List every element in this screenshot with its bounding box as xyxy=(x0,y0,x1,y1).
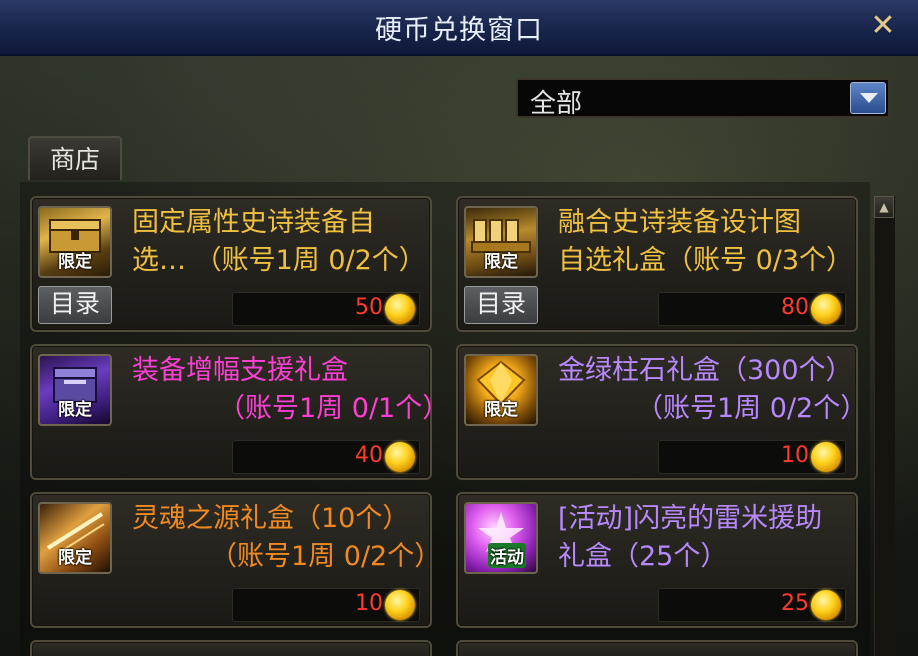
coin-exchange-window: 硬币兑换窗口 ✕ 全部 商店 ▲ 限定 目录 固定属性史诗装备自 选… （账号1… xyxy=(0,0,918,656)
item-name: 融合史诗装备设计图 自选礼盒（账号 0/3个） xyxy=(558,204,858,280)
shop-item-card[interactable] xyxy=(30,640,432,656)
shop-item-card[interactable]: 限定 目录 固定属性史诗装备自 选… （账号1周 0/2个） 50 xyxy=(30,196,432,332)
catalog-button[interactable]: 目录 xyxy=(464,286,538,324)
item-price: 40 xyxy=(355,443,383,468)
blueprint-box-icon[interactable]: 限定 xyxy=(464,206,538,278)
price-display: 40 xyxy=(232,440,420,474)
limited-badge: 限定 xyxy=(58,548,92,568)
coin-icon xyxy=(811,294,841,324)
item-price: 10 xyxy=(355,591,383,616)
shop-item-card[interactable]: 限定 目录 融合史诗装备设计图 自选礼盒（账号 0/3个） 80 xyxy=(456,196,858,332)
soul-source-box-icon[interactable]: 限定 xyxy=(38,502,112,574)
item-name-line2: （账号1周 0/2个） xyxy=(210,541,442,572)
shop-item-card[interactable] xyxy=(456,640,858,656)
item-name-line1: 金绿柱石礼盒（300个） xyxy=(558,355,853,386)
coin-icon xyxy=(385,442,415,472)
item-name-line2: 礼盒（25个） xyxy=(558,541,728,572)
category-filter-dropdown[interactable]: 全部 xyxy=(516,78,890,119)
price-display: 50 xyxy=(232,292,420,326)
gem-icon[interactable]: 限定 xyxy=(464,354,538,426)
item-price: 25 xyxy=(781,591,809,616)
catalog-button[interactable]: 目录 xyxy=(38,286,112,324)
window-title: 硬币兑换窗口 xyxy=(375,15,543,46)
price-display: 25 xyxy=(658,588,846,622)
limited-badge: 限定 xyxy=(58,252,92,272)
treasure-chest-icon[interactable]: 限定 xyxy=(38,206,112,278)
tab-shop[interactable]: 商店 xyxy=(28,136,122,180)
price-display: 80 xyxy=(658,292,846,326)
shop-item-card[interactable]: 限定 灵魂之源礼盒（10个） （账号1周 0/2个） 10 xyxy=(30,492,442,628)
limited-badge: 限定 xyxy=(484,400,518,420)
item-price: 10 xyxy=(781,443,809,468)
title-bar[interactable]: 硬币兑换窗口 ✕ xyxy=(0,0,918,56)
item-name-line2: 选… （账号1周 0/2个） xyxy=(132,245,426,276)
scroll-up-button[interactable]: ▲ xyxy=(874,196,894,218)
item-name-line1: 融合史诗装备设计图 xyxy=(558,207,801,238)
price-display: 10 xyxy=(232,588,420,622)
item-name-line1: 装备增幅支援礼盒 xyxy=(132,355,348,386)
item-name: 固定属性史诗装备自 选… （账号1周 0/2个） xyxy=(132,204,432,280)
item-name: [活动]闪亮的雷米援助 礼盒（25个） xyxy=(558,500,858,576)
item-name-line1: 灵魂之源礼盒（10个） xyxy=(132,503,410,534)
item-name-line1: 固定属性史诗装备自 xyxy=(132,207,375,238)
coin-icon xyxy=(385,294,415,324)
shop-item-card[interactable]: 活动 [活动]闪亮的雷米援助 礼盒（25个） 25 xyxy=(456,492,858,628)
event-badge: 活动 xyxy=(488,543,526,568)
shop-item-card[interactable]: 限定 装备增幅支援礼盒 （账号1周 0/1个） 40 xyxy=(30,344,450,480)
item-name: 灵魂之源礼盒（10个） （账号1周 0/2个） xyxy=(132,500,442,576)
limited-badge: 限定 xyxy=(58,400,92,420)
enhancement-box-icon[interactable]: 限定 xyxy=(38,354,112,426)
scrollbar-track[interactable] xyxy=(874,196,895,656)
event-aid-box-icon[interactable]: 活动 xyxy=(464,502,538,574)
coin-icon xyxy=(811,442,841,472)
coin-icon xyxy=(811,590,841,620)
item-price: 50 xyxy=(355,295,383,320)
chevron-down-icon[interactable] xyxy=(850,82,886,114)
price-display: 10 xyxy=(658,440,846,474)
item-name: 金绿柱石礼盒（300个） （账号1周 0/2个） xyxy=(558,352,868,428)
item-name-line2: （账号1周 0/1个） xyxy=(218,393,450,424)
item-price: 80 xyxy=(781,295,809,320)
item-name-line1: [活动]闪亮的雷米援助 xyxy=(558,503,823,534)
shop-item-card[interactable]: 限定 金绿柱石礼盒（300个） （账号1周 0/2个） 10 xyxy=(456,344,868,480)
coin-icon xyxy=(385,590,415,620)
item-name-line2: 自选礼盒（账号 0/3个） xyxy=(558,245,854,276)
limited-badge: 限定 xyxy=(484,252,518,272)
filter-selected-value: 全部 xyxy=(530,89,583,119)
item-name: 装备增幅支援礼盒 （账号1周 0/1个） xyxy=(132,352,450,428)
close-button[interactable]: ✕ xyxy=(866,8,900,44)
item-name-line2: （账号1周 0/2个） xyxy=(636,393,868,424)
